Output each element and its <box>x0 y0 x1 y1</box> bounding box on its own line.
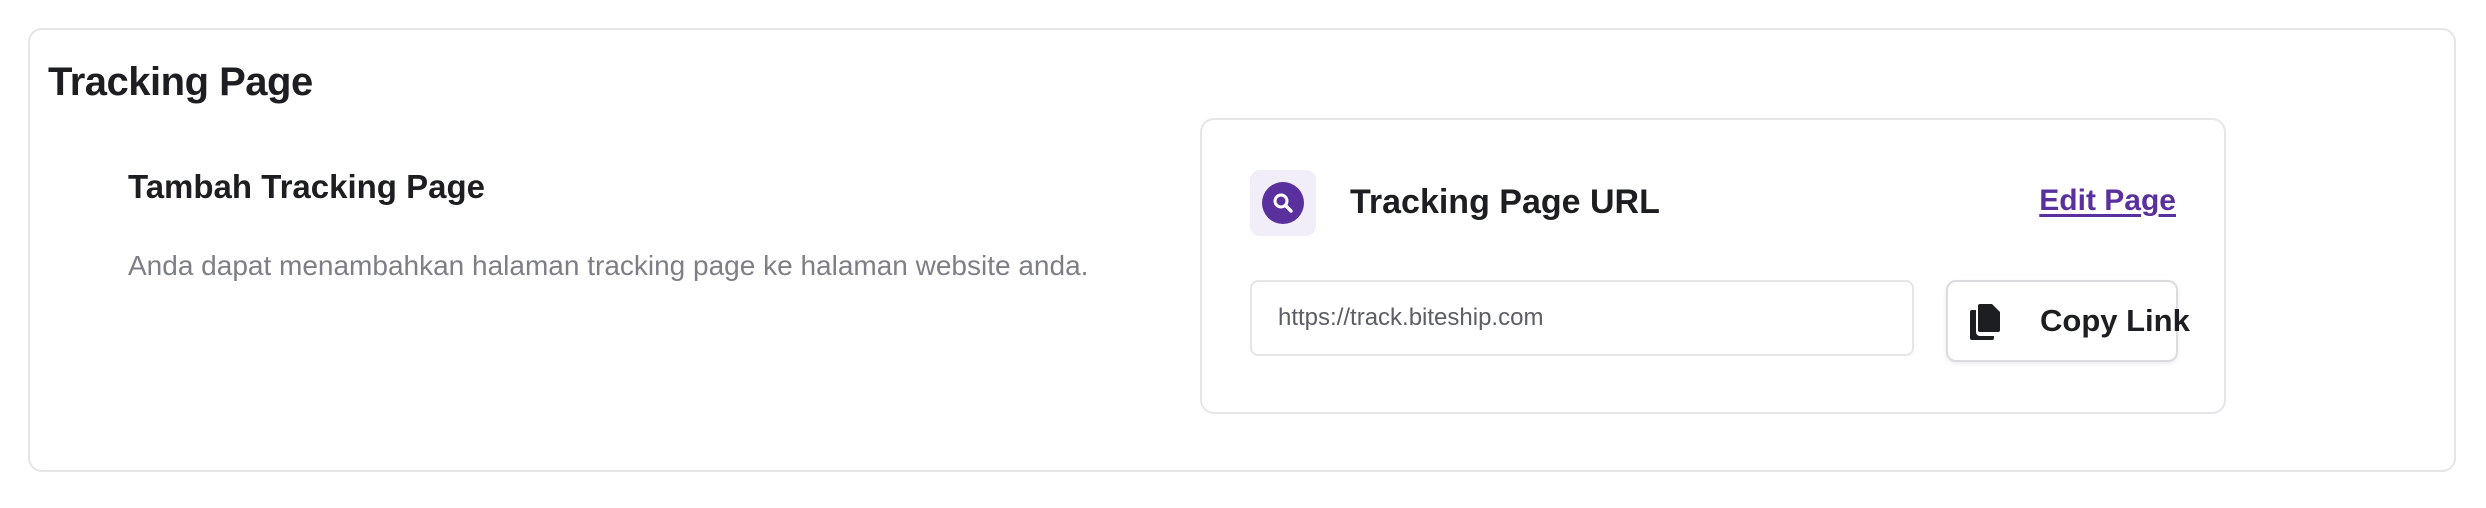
copy-icon <box>1968 302 2002 340</box>
copy-link-button[interactable]: Copy Link <box>1946 280 2190 362</box>
section-description: Anda dapat menambahkan halaman tracking … <box>128 250 1089 281</box>
panel-title: Tracking Page URL <box>1350 183 1660 221</box>
search-icon <box>1262 182 1304 224</box>
edit-page-link[interactable]: Edit Page <box>2039 184 2176 218</box>
tracking-url-panel: Tracking Page URL Edit Page Copy Link <box>1200 118 2226 414</box>
copy-link-label: Copy Link <box>2040 303 2190 338</box>
icon-tile <box>1250 170 1316 236</box>
page-title: Tracking Page <box>48 60 313 104</box>
section-title: Tambah Tracking Page <box>128 168 486 205</box>
tracking-url-field[interactable] <box>1250 280 1914 356</box>
